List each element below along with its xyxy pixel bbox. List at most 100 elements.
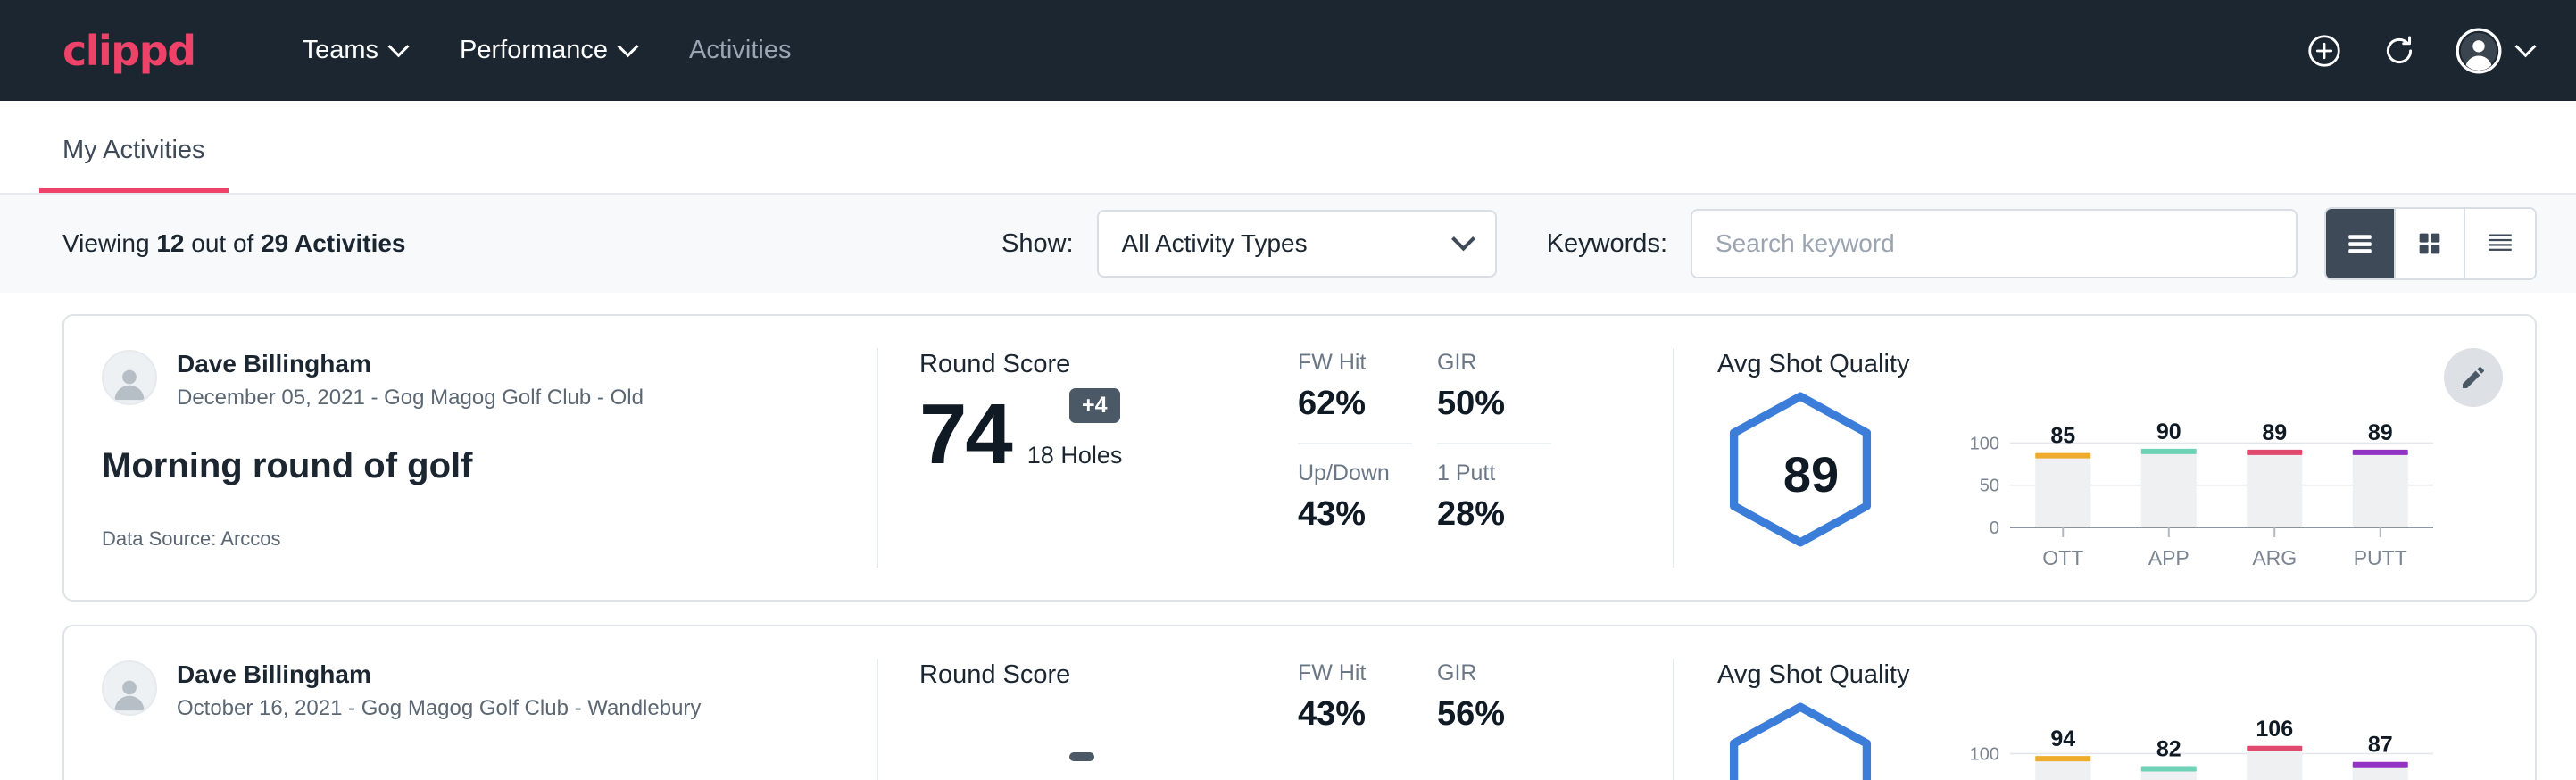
activity-player: Dave Billingham October 16, 2021 - Gog M… bbox=[102, 660, 839, 721]
search-input[interactable] bbox=[1691, 209, 2298, 278]
chevron-down-icon bbox=[1451, 227, 1475, 251]
avg-shot-quality-section: Avg Shot Quality 05010094OTT82APP106ARG8… bbox=[1674, 626, 2535, 780]
avg-shot-quality-body: 05010094OTT82APP106ARG87PUTT bbox=[1717, 697, 2535, 780]
shot-quality-bar-chart: 05010094OTT82APP106ARG87PUTT bbox=[1940, 706, 2440, 780]
nav-item-activities[interactable]: Activities bbox=[662, 27, 818, 74]
round-score-value-row: 74 +4 18 Holes bbox=[919, 394, 1298, 475]
stat-group-left: FW Hit 43% bbox=[1298, 660, 1437, 780]
main-nav: Teams Performance Activities bbox=[276, 27, 819, 74]
account-menu[interactable] bbox=[2456, 28, 2533, 74]
bar-chart-svg: 05010094OTT82APP106ARG87PUTT bbox=[1940, 706, 2440, 780]
activity-card[interactable]: Dave Billingham December 05, 2021 - Gog … bbox=[62, 314, 2537, 602]
pencil-icon bbox=[2459, 363, 2488, 392]
round-score-section: Round Score bbox=[878, 626, 1298, 780]
show-label: Show: bbox=[1001, 229, 1074, 259]
account-avatar-icon bbox=[2456, 28, 2502, 74]
player-name: Dave Billingham bbox=[177, 350, 644, 378]
activity-player: Dave Billingham December 05, 2021 - Gog … bbox=[102, 350, 839, 411]
keywords-label: Keywords: bbox=[1547, 229, 1667, 259]
activity-title: Morning round of golf bbox=[102, 446, 839, 486]
view-mode-grid-button[interactable] bbox=[2396, 209, 2465, 278]
svg-text:89: 89 bbox=[2262, 420, 2287, 445]
activity-meta: October 16, 2021 - Gog Magog Golf Club -… bbox=[177, 696, 701, 721]
svg-text:85: 85 bbox=[2050, 424, 2075, 449]
svg-text:PUTT: PUTT bbox=[2354, 546, 2407, 569]
add-circle-icon[interactable] bbox=[2306, 32, 2343, 70]
avg-shot-quality-body: 89 05010085OTT90APP89ARG89PUTT bbox=[1717, 386, 2535, 578]
viewing-total: 29 Activities bbox=[261, 229, 405, 257]
compact-view-icon bbox=[2484, 228, 2516, 260]
stat-value: 62% bbox=[1298, 385, 1437, 423]
view-mode-list-button[interactable] bbox=[2326, 209, 2396, 278]
chevron-down-icon bbox=[387, 36, 409, 57]
list-view-icon bbox=[2344, 228, 2376, 260]
tab-my-activities[interactable]: My Activities bbox=[39, 136, 229, 193]
score-delta-badge bbox=[1069, 752, 1094, 761]
avg-shot-quality-label: Avg Shot Quality bbox=[1717, 660, 2535, 690]
nav-item-label: Teams bbox=[303, 36, 378, 65]
stat-label: Up/Down bbox=[1298, 461, 1437, 486]
activity-player-info: Dave Billingham October 16, 2021 - Gog M… bbox=[177, 660, 701, 721]
quality-hexagon bbox=[1717, 697, 1905, 780]
round-score-value: 74 bbox=[919, 394, 1011, 475]
stat-label: GIR bbox=[1437, 350, 1576, 376]
divider bbox=[1298, 443, 1412, 444]
svg-text:100: 100 bbox=[1970, 744, 1999, 764]
avg-shot-quality-section: Avg Shot Quality 89 05010085OTT90APP89AR… bbox=[1674, 316, 2535, 600]
filter-controls: Show: All Activity Types Keywords: bbox=[1001, 207, 2537, 280]
divider bbox=[1437, 443, 1551, 444]
refresh-icon[interactable] bbox=[2381, 32, 2418, 70]
svg-text:OTT: OTT bbox=[2042, 546, 2083, 569]
round-stats: FW Hit 62% Up/Down 43% GIR 50% 1 Putt 28… bbox=[1298, 316, 1673, 600]
svg-text:106: 106 bbox=[2256, 717, 2293, 742]
activity-card-header: Dave Billingham December 05, 2021 - Gog … bbox=[64, 316, 877, 600]
nav-item-teams[interactable]: Teams bbox=[276, 27, 433, 74]
nav-item-performance[interactable]: Performance bbox=[433, 27, 662, 74]
stat-group-right: GIR 56% bbox=[1437, 660, 1576, 780]
person-icon bbox=[109, 673, 150, 714]
svg-text:50: 50 bbox=[1980, 477, 1999, 496]
round-score-section: Round Score 74 +4 18 Holes bbox=[878, 316, 1298, 600]
svg-text:ARG: ARG bbox=[2252, 546, 2297, 569]
stat-label: FW Hit bbox=[1298, 660, 1437, 686]
shot-quality-bar-chart: 05010085OTT90APP89ARG89PUTT bbox=[1940, 395, 2440, 578]
top-navigation-bar: clippd Teams Performance Activities bbox=[0, 0, 2576, 101]
nav-actions bbox=[2306, 28, 2533, 74]
round-stats: FW Hit 43% GIR 56% bbox=[1298, 626, 1673, 780]
stat-value: 43% bbox=[1298, 495, 1437, 534]
avg-shot-quality-label: Avg Shot Quality bbox=[1717, 350, 2535, 379]
svg-text:87: 87 bbox=[2368, 733, 2393, 758]
chevron-down-icon bbox=[2514, 36, 2536, 57]
view-mode-compact-button[interactable] bbox=[2465, 209, 2535, 278]
edit-activity-button[interactable] bbox=[2444, 348, 2503, 407]
activity-card[interactable]: Dave Billingham October 16, 2021 - Gog M… bbox=[62, 625, 2537, 780]
activity-card-header: Dave Billingham October 16, 2021 - Gog M… bbox=[64, 626, 877, 780]
stat-group-left: FW Hit 62% Up/Down 43% bbox=[1298, 350, 1437, 600]
stat-value: 50% bbox=[1437, 385, 1576, 423]
stat-label: FW Hit bbox=[1298, 350, 1437, 376]
stat-value: 28% bbox=[1437, 495, 1576, 534]
brand-logo[interactable]: clippd bbox=[62, 27, 195, 75]
quality-score-value: 89 bbox=[1717, 445, 1905, 503]
quality-hexagon: 89 bbox=[1717, 386, 1905, 557]
stat-label: GIR bbox=[1437, 660, 1576, 686]
grid-view-icon bbox=[2414, 228, 2445, 259]
filter-bar: Viewing 12 out of 29 Activities Show: Al… bbox=[0, 195, 2576, 293]
viewing-prefix: Viewing bbox=[62, 229, 156, 257]
activity-type-select-value: All Activity Types bbox=[1122, 229, 1308, 258]
svg-text:0: 0 bbox=[1990, 519, 1999, 538]
holes-count: 18 Holes bbox=[1027, 442, 1123, 475]
avatar bbox=[102, 660, 157, 716]
activity-card-list: Dave Billingham December 05, 2021 - Gog … bbox=[0, 293, 2576, 780]
activity-player-info: Dave Billingham December 05, 2021 - Gog … bbox=[177, 350, 644, 411]
nav-item-label: Activities bbox=[689, 36, 791, 65]
activity-type-select[interactable]: All Activity Types bbox=[1097, 210, 1497, 278]
viewing-count: 12 bbox=[156, 229, 184, 257]
activity-data-source: Data Source: Arccos bbox=[102, 527, 839, 551]
avatar bbox=[102, 350, 157, 405]
person-icon bbox=[109, 362, 150, 403]
stat-group-right: GIR 50% 1 Putt 28% bbox=[1437, 350, 1576, 600]
stat-value: 56% bbox=[1437, 695, 1576, 734]
bar-chart-svg: 05010085OTT90APP89ARG89PUTT bbox=[1940, 395, 2440, 574]
svg-text:90: 90 bbox=[2156, 419, 2181, 444]
